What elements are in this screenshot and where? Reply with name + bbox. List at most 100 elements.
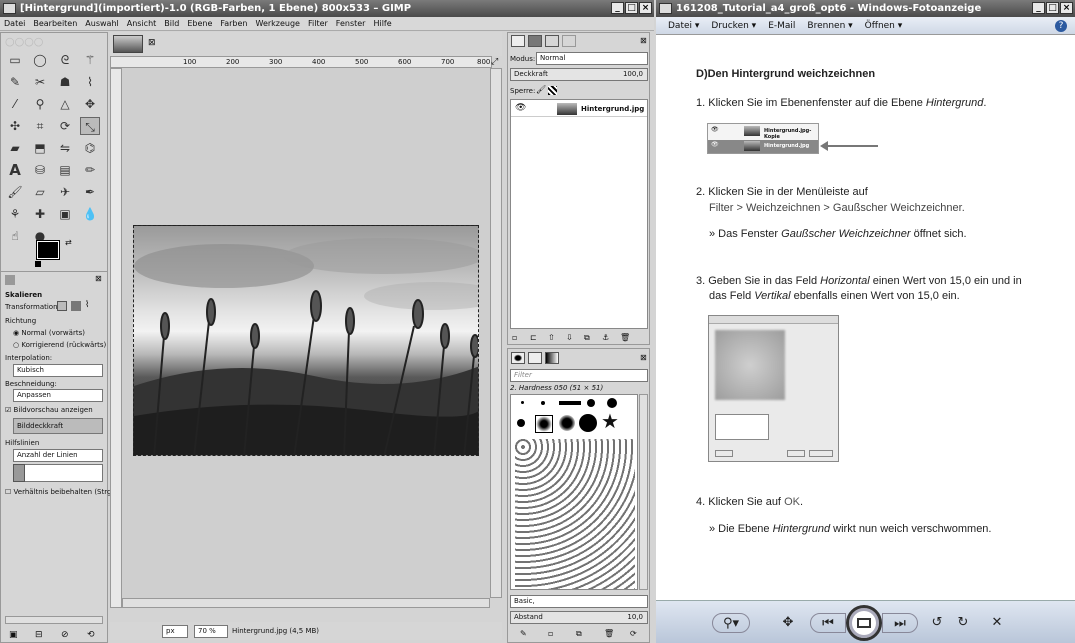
reset-options-icon[interactable]: ⟲ [87, 630, 95, 640]
patterns-tab-icon[interactable] [528, 352, 542, 364]
restore-options-icon[interactable]: ⊟ [35, 630, 43, 640]
navigate-image-icon[interactable]: ⤢ [491, 57, 498, 67]
menu-auswahl[interactable]: Auswahl [81, 19, 122, 28]
eraser-icon[interactable]: ▱ [30, 183, 50, 201]
canvas-hscrollbar[interactable] [122, 598, 490, 608]
perspective-icon[interactable]: ⬒ [30, 139, 50, 157]
text-icon[interactable]: A [5, 161, 25, 179]
radio-normal[interactable]: ◉ Normal (vorwärts) [13, 329, 85, 337]
brushes-tab-icon[interactable] [511, 352, 525, 364]
paths-tool-icon[interactable]: ⌇ [80, 73, 100, 91]
radio-korrigierend[interactable]: ○ Korrigierend (rückwärts) [13, 341, 106, 349]
measure-icon[interactable]: △ [55, 95, 75, 113]
viewer-close-button[interactable]: × [1060, 2, 1073, 14]
unit-select[interactable]: px [162, 625, 188, 638]
paths-tab-icon[interactable] [545, 35, 559, 47]
hilfslinien-select[interactable]: Anzahl der Linien [13, 449, 103, 462]
menu-ebene[interactable]: Ebene [183, 19, 216, 28]
beschneidung-select[interactable]: Anpassen [13, 389, 103, 402]
bucket-fill-icon[interactable]: ⛁ [30, 161, 50, 179]
wheat-field-image[interactable] [133, 225, 479, 456]
save-options-icon[interactable]: ▣ [9, 630, 18, 640]
default-colors-icon[interactable] [35, 261, 41, 267]
modus-select[interactable]: Normal [536, 52, 648, 65]
star-brush-icon[interactable]: ★ [601, 411, 619, 431]
menu-datei[interactable]: Datei [0, 19, 29, 28]
hilfslinien-color[interactable] [13, 464, 25, 482]
lock-alpha-icon[interactable] [548, 86, 557, 95]
abstand-slider[interactable]: Abstand 10,0 [510, 611, 648, 624]
selected-brush[interactable] [535, 415, 553, 433]
layers-tab-icon[interactable] [511, 35, 525, 47]
edit-brush-icon[interactable]: ✎ [520, 629, 527, 638]
gradients-tab-icon[interactable] [545, 352, 559, 364]
eye-icon[interactable]: 👁 [515, 103, 526, 113]
clone-icon[interactable]: ⚘ [5, 205, 25, 223]
deckkraft-slider[interactable]: Deckkraft 100,0 [510, 68, 648, 81]
verhaeltnis-checkbox[interactable]: ☐ Verhältnis beibehalten (Strg) [5, 488, 114, 496]
menu-werkzeuge[interactable]: Werkzeuge [252, 19, 304, 28]
menu-filter[interactable]: Filter [304, 19, 332, 28]
viewer-menu-email[interactable]: E-Mail [768, 21, 795, 31]
anchor-layer-icon[interactable]: ⚓ [602, 333, 609, 342]
crop-icon[interactable]: ⌗ [30, 117, 50, 135]
transform-layer-icon[interactable] [57, 301, 67, 311]
menu-bild[interactable]: Bild [160, 19, 183, 28]
flip-icon[interactable]: ⇋ [55, 139, 75, 157]
swap-colors-icon[interactable]: ⇄ [65, 238, 72, 247]
menu-bearbeiten[interactable]: Bearbeiten [29, 19, 81, 28]
bilddeckkraft-slider[interactable]: Bilddeckkraft [13, 418, 103, 434]
blur-icon[interactable]: 💧 [80, 205, 100, 223]
viewer-menu-datei[interactable]: Datei ▾ [668, 21, 699, 31]
interpolation-select[interactable]: Kubisch [13, 364, 103, 377]
airbrush-icon[interactable]: ✈ [55, 183, 75, 201]
shear-icon[interactable]: ▰ [5, 139, 25, 157]
bildvorschau-checkbox[interactable]: ☑ Bildvorschau anzeigen [5, 406, 93, 414]
delete-layer-icon[interactable]: 🗑 [620, 333, 630, 342]
duplicate-layer-icon[interactable]: ⧉ [584, 333, 590, 343]
viewer-maximize-button[interactable]: □ [1046, 2, 1059, 14]
next-icon[interactable]: ⏭ [882, 613, 918, 633]
heal-icon[interactable]: ✚ [30, 205, 50, 223]
lasso-icon[interactable]: ᘓ [55, 51, 75, 69]
align-icon[interactable]: ✣ [5, 117, 25, 135]
rotate-icon[interactable]: ⟳ [55, 117, 75, 135]
new-brush-icon[interactable]: ▫ [548, 629, 553, 638]
brush-grid[interactable]: ★ [510, 394, 638, 590]
transform-selection-icon[interactable] [71, 301, 81, 311]
delete-icon[interactable]: ✕ [988, 613, 1006, 633]
layers-panel-menu-icon[interactable]: ⊠ [640, 36, 647, 45]
duplicate-brush-icon[interactable]: ⧉ [576, 629, 582, 639]
new-layer-group-icon[interactable]: ⊏ [530, 333, 537, 342]
new-layer-icon[interactable]: ▫ [512, 333, 517, 342]
lock-pixels-icon[interactable]: 🖌 [536, 85, 546, 94]
delete-brush-icon[interactable]: 🗑 [604, 629, 614, 638]
viewer-menu-oeffnen[interactable]: Öffnen ▾ [865, 21, 903, 31]
brush-scrollbar[interactable] [639, 394, 648, 590]
smudge-icon[interactable]: ☝ [5, 227, 25, 245]
menu-farben[interactable]: Farben [216, 19, 251, 28]
fuzzy-select-icon[interactable]: ⚚ [80, 51, 100, 69]
menu-ansicht[interactable]: Ansicht [123, 19, 161, 28]
lower-layer-icon[interactable]: ⇩ [566, 333, 573, 342]
close-button[interactable]: × [639, 2, 652, 14]
zoom-icon[interactable]: ⚲ [30, 95, 50, 113]
image-tab-close-icon[interactable]: ⊠ [148, 38, 156, 48]
perspective-clone-icon[interactable]: ▣ [55, 205, 75, 223]
menu-hilfe[interactable]: Hilfe [369, 19, 395, 28]
blend-icon[interactable]: ▤ [55, 161, 75, 179]
foreground-color[interactable] [36, 240, 60, 260]
foreground-select-icon[interactable]: ☗ [55, 73, 75, 91]
slideshow-button[interactable] [846, 605, 882, 641]
raise-layer-icon[interactable]: ⇧ [548, 333, 555, 342]
paths-icon[interactable]: ✎ [5, 73, 25, 91]
viewer-menu-brennen[interactable]: Brennen ▾ [807, 21, 852, 31]
move-icon[interactable]: ✥ [80, 95, 100, 113]
rotate-right-icon[interactable]: ↻ [954, 613, 972, 633]
history-tab-icon[interactable] [562, 35, 576, 47]
minimize-button[interactable]: _ [611, 2, 624, 14]
delete-options-icon[interactable]: ⊘ [61, 630, 69, 640]
cage-icon[interactable]: ⌬ [80, 139, 100, 157]
color-picker-icon[interactable]: ⁄ [5, 95, 25, 113]
menu-fenster[interactable]: Fenster [332, 19, 370, 28]
